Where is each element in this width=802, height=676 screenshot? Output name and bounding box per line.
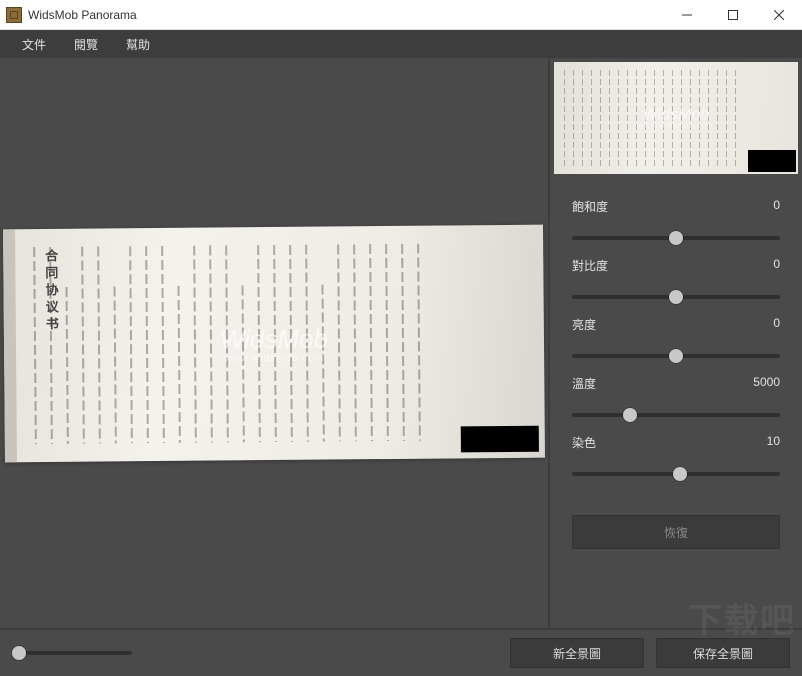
window-title: WidsMob Panorama [28,8,664,22]
redaction-patch [461,425,539,452]
brightness-value: 0 [773,316,780,333]
zoom-area [12,645,498,661]
saturation-value: 0 [773,198,780,215]
tint-label: 染色 [572,434,596,451]
tint-knob[interactable] [673,467,687,481]
control-brightness: 亮度 0 [572,316,780,365]
saturation-slider[interactable] [572,229,780,247]
maximize-button[interactable] [710,0,756,29]
bottombar: 新全景圖 保存全景圖 下载吧 [0,628,802,676]
brightness-label: 亮度 [572,316,596,333]
panorama-thumbnail[interactable]: WidsMob www.widsmob.com [554,62,798,174]
side-panel: WidsMob www.widsmob.com 飽和度 0 對比度 [548,58,802,628]
control-saturation: 飽和度 0 [572,198,780,247]
workspace: 合同协议书 WidsMob www.widsmob.com WidsMob ww… [0,58,802,628]
tint-value: 10 [767,434,780,451]
menu-help[interactable]: 幫助 [112,30,164,59]
minimize-button[interactable] [664,0,710,29]
save-panorama-button[interactable]: 保存全景圖 [656,638,790,668]
temperature-label: 溫度 [572,375,596,392]
adjustment-controls: 飽和度 0 對比度 0 亮度 [550,178,802,499]
saturation-label: 飽和度 [572,198,608,215]
brightness-slider[interactable] [572,347,780,365]
temperature-slider[interactable] [572,406,780,424]
document-text-lines [33,242,525,443]
control-contrast: 對比度 0 [572,257,780,306]
close-icon [774,10,784,20]
contrast-label: 對比度 [572,257,608,274]
thumb-redaction-patch [748,150,796,172]
control-tint: 染色 10 [572,434,780,483]
panorama-preview[interactable]: 合同协议书 WidsMob www.widsmob.com [3,224,545,462]
temperature-knob[interactable] [623,408,637,422]
close-button[interactable] [756,0,802,29]
control-temperature: 溫度 5000 [572,375,780,424]
contrast-slider[interactable] [572,288,780,306]
zoom-knob[interactable] [12,646,26,660]
temperature-value: 5000 [753,375,780,392]
contrast-value: 0 [773,257,780,274]
window-controls [664,0,802,29]
maximize-icon [728,10,738,20]
main-preview-panel: 合同协议书 WidsMob www.widsmob.com [0,58,548,628]
menubar: 文件 閱覽 幫助 [0,30,802,58]
thumbnail-area: WidsMob www.widsmob.com [550,58,802,178]
menu-file[interactable]: 文件 [8,30,60,59]
titlebar: WidsMob Panorama [0,0,802,30]
contrast-knob[interactable] [669,290,683,304]
app-icon [6,7,22,23]
brightness-knob[interactable] [669,349,683,363]
saturation-knob[interactable] [669,231,683,245]
zoom-slider[interactable] [12,645,132,661]
menu-view[interactable]: 閱覽 [60,30,112,59]
restore-button[interactable]: 恢復 [572,515,780,549]
tint-slider[interactable] [572,465,780,483]
minimize-icon [682,10,692,20]
new-panorama-button[interactable]: 新全景圖 [510,638,644,668]
